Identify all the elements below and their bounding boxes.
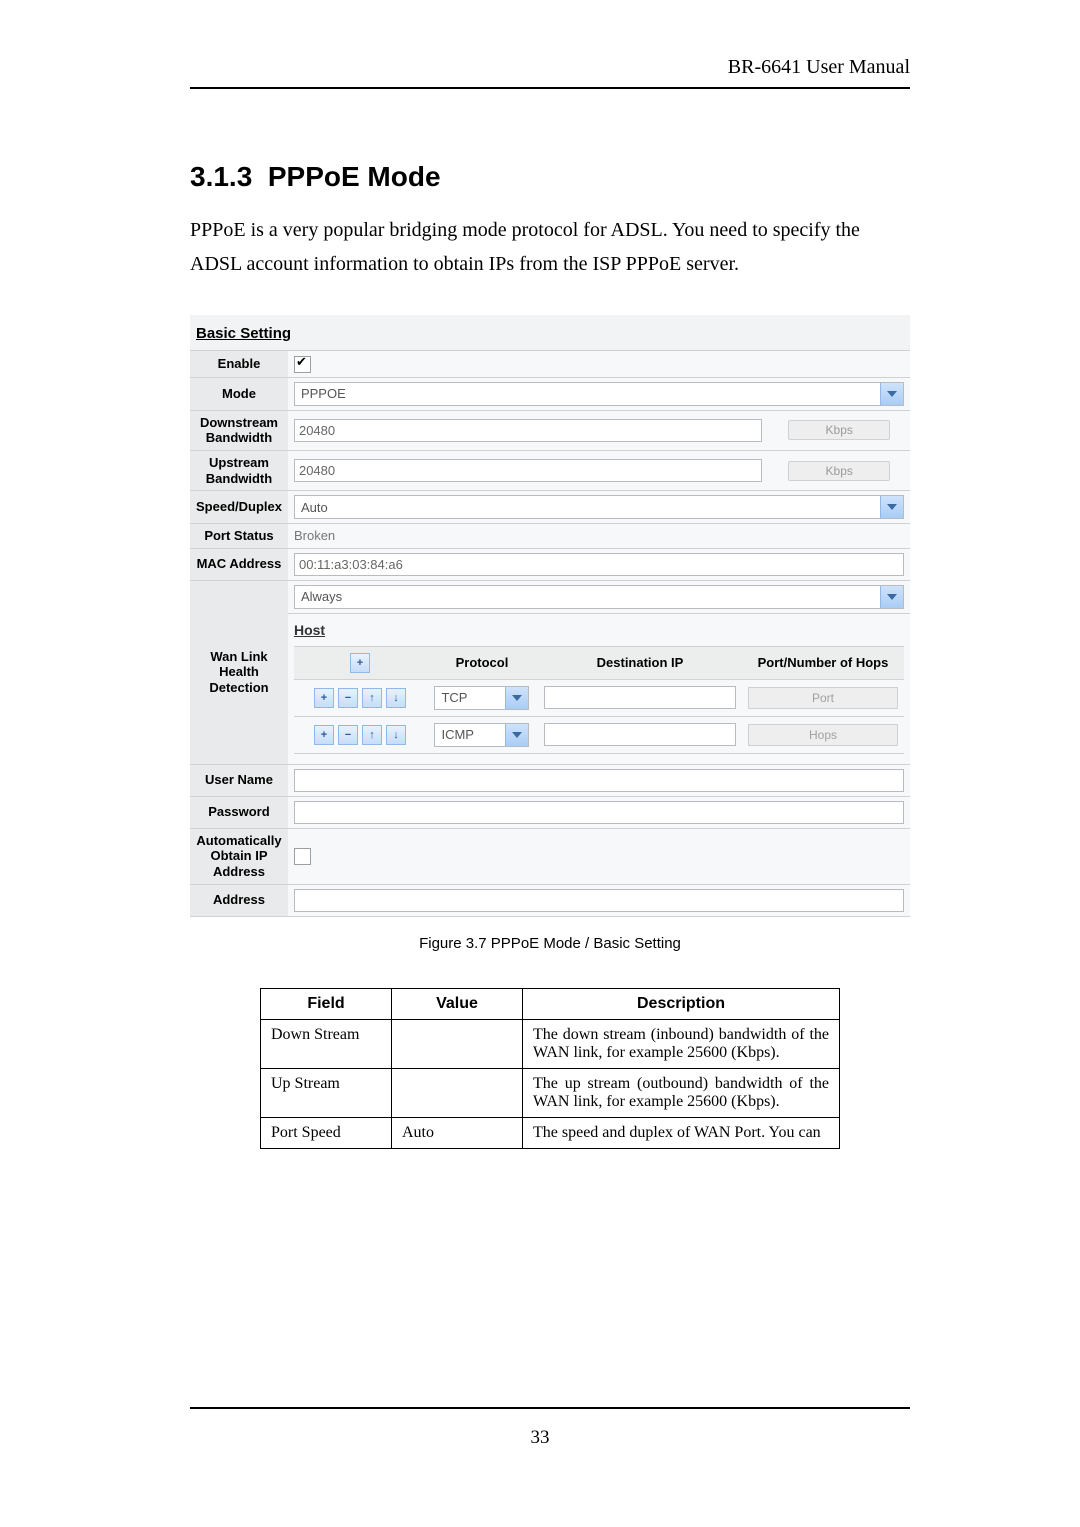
col-port-hops: Port/Number of Hops <box>742 646 904 679</box>
group-title: Basic Setting <box>190 315 910 351</box>
desc-value <box>392 1068 523 1117</box>
section-title-text: PPPoE Mode <box>268 161 441 192</box>
label-down-bw: Downstream Bandwidth <box>190 410 288 450</box>
address-input[interactable] <box>294 889 904 912</box>
dest-ip-input[interactable] <box>544 686 736 709</box>
table-row: +−↑↓ ICMP <box>294 716 904 753</box>
row-down-button[interactable]: ↓ <box>386 688 406 708</box>
desc-value: Auto <box>392 1117 523 1148</box>
section-paragraph: PPPoE is a very popular bridging mode pr… <box>190 213 910 281</box>
dest-ip-input[interactable] <box>544 723 736 746</box>
add-row-button[interactable]: + <box>350 653 370 673</box>
port-status-value: Broken <box>288 524 910 549</box>
port-hops-input[interactable] <box>748 724 898 746</box>
protocol-select[interactable]: TCP <box>434 686 529 710</box>
protocol-value: TCP <box>441 690 467 705</box>
auto-ip-checkbox[interactable] <box>294 848 311 865</box>
row-down-button[interactable]: ↓ <box>386 725 406 745</box>
user-name-input[interactable] <box>294 769 904 792</box>
label-user-name: User Name <box>190 764 288 796</box>
figure-caption: Figure 3.7 PPPoE Mode / Basic Setting <box>190 935 910 952</box>
desc-text: The speed and duplex of WAN Port. You ca… <box>523 1117 840 1148</box>
protocol-select[interactable]: ICMP <box>434 723 529 747</box>
row-add-button[interactable]: + <box>314 688 334 708</box>
chevron-down-icon <box>505 687 528 709</box>
desc-field: Up Stream <box>261 1068 392 1117</box>
label-speed-duplex: Speed/Duplex <box>190 491 288 524</box>
page-number: 33 <box>0 1427 1080 1449</box>
label-password: Password <box>190 796 288 828</box>
down-bw-input[interactable] <box>294 419 762 442</box>
label-wan-link: Wan Link Health Detection <box>190 580 288 764</box>
chevron-down-icon <box>880 383 903 405</box>
password-input[interactable] <box>294 801 904 824</box>
enable-checkbox[interactable] <box>294 356 311 373</box>
desc-header-value: Value <box>392 988 523 1019</box>
wan-link-value: Always <box>301 589 342 604</box>
kbps-unit: Kbps <box>788 461 890 481</box>
running-head: BR-6641 User Manual <box>190 56 910 79</box>
row-remove-button[interactable]: − <box>338 688 358 708</box>
chevron-down-icon <box>880 496 903 518</box>
desc-text: The up stream (outbound) bandwidth of th… <box>523 1068 840 1117</box>
kbps-unit: Kbps <box>788 420 890 440</box>
host-heading: Host <box>294 618 904 642</box>
row-remove-button[interactable]: − <box>338 725 358 745</box>
desc-text: The down stream (inbound) bandwidth of t… <box>523 1019 840 1068</box>
desc-header-desc: Description <box>523 988 840 1019</box>
table-row: Port Speed Auto The speed and duplex of … <box>261 1117 840 1148</box>
protocol-value: ICMP <box>441 727 474 742</box>
col-dest-ip: Destination IP <box>538 646 742 679</box>
chevron-down-icon <box>880 586 903 608</box>
desc-field: Down Stream <box>261 1019 392 1068</box>
section-heading: 3.1.3 PPPoE Mode <box>190 161 910 193</box>
desc-value <box>392 1019 523 1068</box>
settings-figure: Basic Setting Enable Mode PPPOE Downstre… <box>190 315 910 952</box>
table-row: +−↑↓ TCP <box>294 679 904 716</box>
table-row: Down Stream The down stream (inbound) ba… <box>261 1019 840 1068</box>
desc-header-field: Field <box>261 988 392 1019</box>
top-rule <box>190 87 910 89</box>
col-protocol: Protocol <box>426 646 538 679</box>
chevron-down-icon <box>505 724 528 746</box>
mode-select-value: PPPOE <box>301 386 346 401</box>
wan-link-select[interactable]: Always <box>294 585 904 609</box>
speed-duplex-value: Auto <box>301 500 328 515</box>
row-add-button[interactable]: + <box>314 725 334 745</box>
mac-input[interactable] <box>294 553 904 576</box>
label-port-status: Port Status <box>190 524 288 549</box>
label-auto-ip: Automatically Obtain IP Address <box>190 828 288 884</box>
port-hops-input[interactable] <box>748 687 898 709</box>
label-mode: Mode <box>190 377 288 410</box>
up-bw-input[interactable] <box>294 459 762 482</box>
label-up-bw: Upstream Bandwidth <box>190 450 288 490</box>
label-address: Address <box>190 884 288 916</box>
mode-select[interactable]: PPPOE <box>294 382 904 406</box>
row-up-button[interactable]: ↑ <box>362 725 382 745</box>
bottom-rule <box>190 1407 910 1409</box>
table-row: Up Stream The up stream (outbound) bandw… <box>261 1068 840 1117</box>
label-mac: MAC Address <box>190 548 288 580</box>
label-enable: Enable <box>190 351 288 378</box>
description-table: Field Value Description Down Stream The … <box>260 988 840 1149</box>
section-number: 3.1.3 <box>190 161 252 192</box>
speed-duplex-select[interactable]: Auto <box>294 495 904 519</box>
row-up-button[interactable]: ↑ <box>362 688 382 708</box>
desc-field: Port Speed <box>261 1117 392 1148</box>
